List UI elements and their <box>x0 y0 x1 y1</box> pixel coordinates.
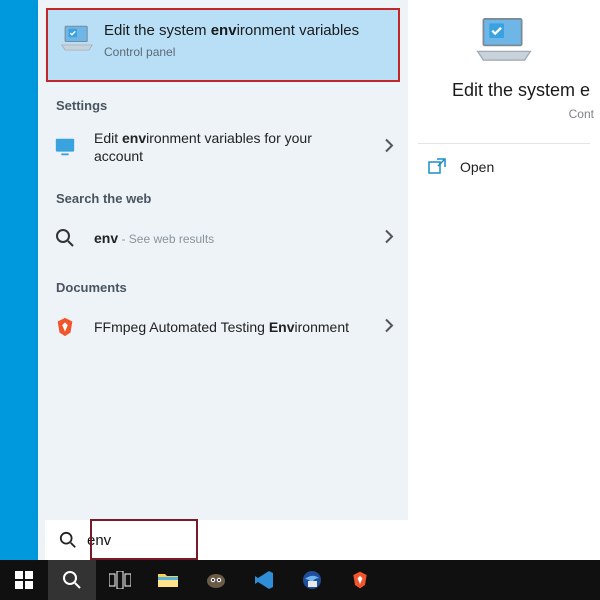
best-match-subtitle: Control panel <box>104 45 380 59</box>
open-action[interactable]: Open <box>408 144 600 190</box>
result-label: env - See web results <box>94 229 214 248</box>
detail-title: Edit the system e <box>408 80 600 101</box>
best-match-title: Edit the system environment variables <box>104 22 380 41</box>
detail-subtitle: Cont <box>408 107 600 121</box>
system-settings-icon <box>60 24 94 54</box>
matched-text: env <box>211 22 237 39</box>
chevron-right-icon <box>384 139 394 156</box>
search-input[interactable] <box>87 532 167 549</box>
result-label: FFmpeg Automated Testing Environment <box>94 318 349 336</box>
brave-icon <box>54 316 76 338</box>
section-header-settings: Settings <box>38 82 408 119</box>
start-button[interactable] <box>0 560 48 600</box>
text: Edit the system <box>104 22 211 39</box>
chevron-right-icon <box>384 319 394 336</box>
file-explorer-button[interactable] <box>144 560 192 600</box>
matched-text: env <box>94 230 118 246</box>
taskbar <box>0 560 600 600</box>
search-icon <box>59 531 77 549</box>
chevron-right-icon <box>384 230 394 247</box>
documents-item-ffmpeg[interactable]: FFmpeg Automated Testing Environment <box>38 301 408 353</box>
system-settings-icon-large <box>474 16 534 66</box>
result-sub: - See web results <box>118 232 214 246</box>
vscode-button[interactable] <box>240 560 288 600</box>
brave-button[interactable] <box>336 560 384 600</box>
monitor-icon <box>54 136 76 158</box>
search-results-panel: Edit the system environment variables Co… <box>38 0 408 560</box>
result-label: Edit environment variables for your acco… <box>94 129 364 165</box>
text: FFmpeg Automated Testing <box>94 319 269 335</box>
settings-item-edit-env-account[interactable]: Edit environment variables for your acco… <box>38 119 408 175</box>
text: ironment <box>295 319 349 335</box>
thunderbird-button[interactable] <box>288 560 336 600</box>
text: ironment variables <box>237 22 360 39</box>
search-icon <box>54 227 76 249</box>
search-box[interactable] <box>45 520 595 560</box>
detail-panel: Edit the system e Cont Open <box>408 0 600 560</box>
section-header-documents: Documents <box>38 264 408 301</box>
gimp-button[interactable] <box>192 560 240 600</box>
text: Edit <box>94 130 122 146</box>
task-view-button[interactable] <box>96 560 144 600</box>
search-button[interactable] <box>48 560 96 600</box>
matched-text: env <box>122 130 146 146</box>
best-match-item[interactable]: Edit the system environment variables Co… <box>46 8 400 82</box>
open-label: Open <box>460 159 494 175</box>
open-icon <box>428 158 446 176</box>
section-header-web: Search the web <box>38 175 408 212</box>
matched-text: Env <box>269 319 295 335</box>
web-search-item[interactable]: env - See web results <box>38 212 408 264</box>
